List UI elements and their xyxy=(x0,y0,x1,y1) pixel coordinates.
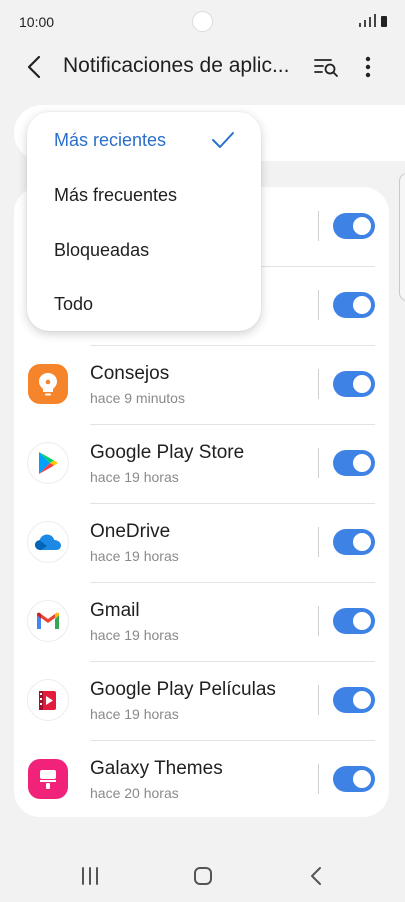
divider xyxy=(90,424,375,425)
status-time: 10:00 xyxy=(19,14,55,30)
divider xyxy=(318,527,319,557)
app-name: Google Play Store xyxy=(90,442,245,463)
battery-icon xyxy=(381,16,387,27)
app-name: Gmail xyxy=(90,600,140,621)
list-item-onedrive[interactable]: OneDrive hace 19 horas xyxy=(14,503,389,582)
divider xyxy=(318,211,319,241)
divider xyxy=(318,290,319,320)
divider xyxy=(318,448,319,478)
notification-toggle[interactable] xyxy=(333,371,375,397)
camera-cutout xyxy=(192,11,213,32)
signal-icon xyxy=(359,23,361,27)
onedrive-cloud-icon xyxy=(28,522,68,562)
more-options-icon[interactable] xyxy=(357,53,379,81)
divider xyxy=(318,685,319,715)
home-icon[interactable] xyxy=(193,866,213,886)
divider xyxy=(90,345,375,346)
last-notification-time: hace 19 horas xyxy=(90,548,179,564)
divider xyxy=(90,582,375,583)
notification-toggle[interactable] xyxy=(333,687,375,713)
page-title: Notificaciones de aplic... xyxy=(63,54,290,77)
scrollbar[interactable] xyxy=(399,173,405,301)
list-item-consejos[interactable]: Consejos hace 9 minutos xyxy=(14,345,389,424)
notification-toggle[interactable] xyxy=(333,292,375,318)
divider xyxy=(90,503,375,504)
last-notification-time: hace 20 horas xyxy=(90,785,179,801)
status-icons xyxy=(359,14,387,27)
divider xyxy=(318,606,319,636)
last-notification-time: hace 19 horas xyxy=(90,706,179,722)
app-name: Galaxy Themes xyxy=(90,758,223,779)
tips-bulb-icon xyxy=(28,364,68,404)
galaxy-themes-icon xyxy=(28,759,68,799)
divider xyxy=(90,740,375,741)
check-icon xyxy=(212,132,234,148)
app-name: OneDrive xyxy=(90,521,171,542)
notification-toggle[interactable] xyxy=(333,608,375,634)
menu-item-mas-frecuentes[interactable]: Más frecuentes xyxy=(54,185,177,206)
sort-dropdown-menu: Más recientes Más frecuentes Bloqueadas … xyxy=(27,112,261,331)
list-item-google-play-peliculas[interactable]: Google Play Películas hace 19 horas xyxy=(14,661,389,740)
notification-toggle[interactable] xyxy=(333,213,375,239)
last-notification-time: hace 19 horas xyxy=(90,469,179,485)
notification-toggle[interactable] xyxy=(333,529,375,555)
back-arrow-icon[interactable] xyxy=(22,54,48,80)
signal-bar xyxy=(369,17,371,27)
list-item-google-play-store[interactable]: Google Play Store hace 19 horas xyxy=(14,424,389,503)
play-movies-icon xyxy=(28,680,68,720)
system-navigation-bar xyxy=(0,850,405,902)
recent-apps-icon[interactable] xyxy=(80,867,100,885)
app-header: Notificaciones de aplic... xyxy=(0,44,405,90)
gmail-icon xyxy=(28,601,68,641)
signal-bar xyxy=(374,14,376,27)
status-bar: 10:00 xyxy=(0,0,405,44)
list-item-galaxy-themes[interactable]: Galaxy Themes hace 20 horas xyxy=(14,740,389,819)
menu-item-bloqueadas[interactable]: Bloqueadas xyxy=(54,240,149,261)
list-item-gmail[interactable]: Gmail hace 19 horas xyxy=(14,582,389,661)
divider xyxy=(318,764,319,794)
notification-toggle[interactable] xyxy=(333,766,375,792)
last-notification-time: hace 9 minutos xyxy=(90,390,185,406)
divider xyxy=(90,661,375,662)
menu-item-todo[interactable]: Todo xyxy=(54,294,93,315)
menu-item-mas-recientes[interactable]: Más recientes xyxy=(54,130,166,151)
play-store-icon xyxy=(28,443,68,483)
search-list-icon[interactable] xyxy=(313,54,339,80)
app-name: Google Play Películas xyxy=(90,679,276,700)
last-notification-time: hace 19 horas xyxy=(90,627,179,643)
notification-toggle[interactable] xyxy=(333,450,375,476)
app-name: Consejos xyxy=(90,363,170,384)
divider xyxy=(318,369,319,399)
nav-back-icon[interactable] xyxy=(308,866,324,886)
signal-bar xyxy=(364,20,366,27)
